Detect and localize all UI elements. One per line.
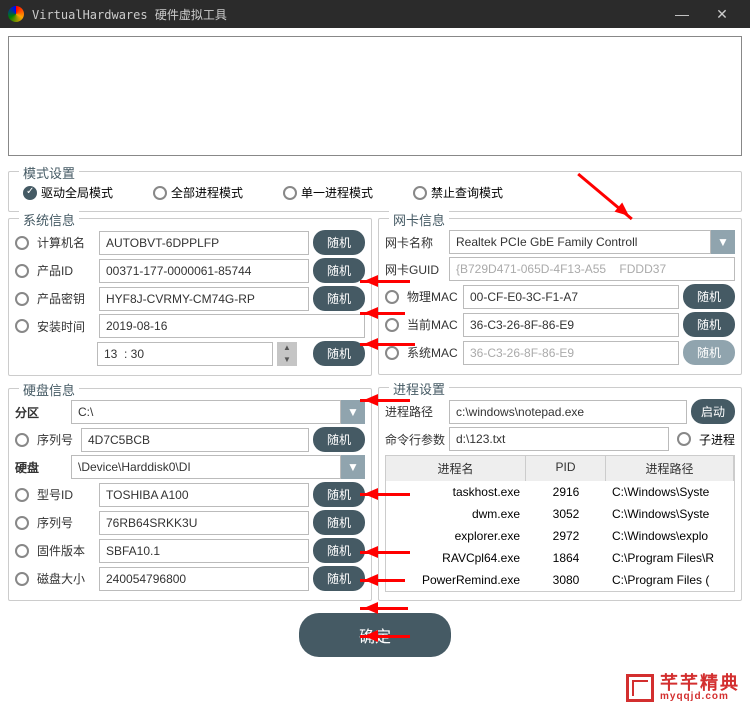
- product-id-input[interactable]: [99, 259, 309, 283]
- nic-info-title: 网卡信息: [389, 210, 449, 229]
- process-group-title: 进程设置: [389, 379, 449, 398]
- mode-deny-query[interactable]: 禁止查询模式: [413, 184, 503, 201]
- watermark-url: myqqjd.com: [660, 692, 740, 702]
- disk-size-label: 磁盘大小: [37, 570, 95, 587]
- spinner-down-icon: ▼: [277, 354, 297, 366]
- product-key-input[interactable]: [99, 287, 309, 311]
- table-row[interactable]: dwm.exe3052C:\Windows\Syste: [386, 503, 734, 525]
- radio-icon[interactable]: [15, 544, 29, 558]
- radio-icon[interactable]: [385, 318, 399, 332]
- sys-mac-input[interactable]: [463, 341, 679, 365]
- nic-info-group: 网卡信息 网卡名称▼ 网卡GUID 物理MAC随机 当前MAC随机 系统MAC随…: [378, 218, 742, 375]
- partition-label: 分区: [15, 404, 67, 421]
- watermark-logo-icon: [626, 674, 654, 702]
- minimize-button[interactable]: —: [662, 6, 702, 22]
- table-row[interactable]: explorer.exe2972C:\Windows\explo: [386, 525, 734, 547]
- install-date-input[interactable]: [99, 314, 365, 338]
- disk-info-title: 硬盘信息: [19, 380, 79, 399]
- radio-icon: [153, 186, 167, 200]
- radio-icon[interactable]: [15, 488, 29, 502]
- nic-guid-label: 网卡GUID: [385, 261, 445, 278]
- child-process-label: 子进程: [699, 431, 735, 448]
- table-row[interactable]: PowerRemind.exe3080C:\Program Files (: [386, 569, 734, 591]
- close-button[interactable]: ✕: [702, 6, 742, 23]
- dropdown-icon[interactable]: ▼: [711, 230, 735, 254]
- radio-icon[interactable]: [15, 236, 29, 250]
- disk-serial-input[interactable]: [99, 511, 309, 535]
- radio-icon: [283, 186, 297, 200]
- product-id-label: 产品ID: [37, 262, 95, 279]
- table-row[interactable]: taskhost.exe2916C:\Windows\Syste: [386, 481, 734, 503]
- curr-mac-input[interactable]: [463, 313, 679, 337]
- model-id-input[interactable]: [99, 483, 309, 507]
- disk-device-label: 硬盘: [15, 459, 67, 476]
- watermark-brand: 芊芊精典: [660, 674, 740, 692]
- system-info-title: 系统信息: [19, 210, 79, 229]
- model-id-label: 型号ID: [37, 486, 95, 503]
- process-table-header: 进程名PID进程路径: [386, 456, 734, 481]
- install-time-label: 安装时间: [37, 318, 95, 335]
- firmware-label: 固件版本: [37, 542, 95, 559]
- partition-serial-random-button[interactable]: 随机: [313, 427, 365, 452]
- partition-select[interactable]: [71, 400, 341, 424]
- radio-icon[interactable]: [385, 346, 399, 360]
- computer-name-random-button[interactable]: 随机: [313, 230, 365, 255]
- system-info-group: 系统信息 计算机名随机 产品ID随机 产品密钥随机 安装时间 ▲▼随机: [8, 218, 372, 376]
- radio-checked-icon: [23, 186, 37, 200]
- phys-mac-random-button[interactable]: 随机: [683, 284, 735, 309]
- radio-icon[interactable]: [15, 264, 29, 278]
- radio-icon[interactable]: [15, 319, 29, 333]
- disk-serial-label: 序列号: [37, 514, 95, 531]
- process-group: 进程设置 进程路径启动 命令行参数子进程 进程名PID进程路径 taskhost…: [378, 387, 742, 601]
- install-time-input[interactable]: [97, 342, 273, 366]
- firmware-input[interactable]: [99, 539, 309, 563]
- table-row[interactable]: RAVCpl64.exe1864C:\Program Files\R: [386, 547, 734, 569]
- computer-name-input[interactable]: [99, 231, 309, 255]
- product-key-label: 产品密钥: [37, 290, 95, 307]
- partition-serial-label: 序列号: [37, 431, 77, 448]
- radio-icon[interactable]: [677, 432, 691, 446]
- curr-mac-random-button[interactable]: 随机: [683, 312, 735, 337]
- app-logo-icon: [8, 6, 24, 22]
- nic-name-label: 网卡名称: [385, 234, 445, 251]
- disk-serial-random-button[interactable]: 随机: [313, 510, 365, 535]
- radio-icon[interactable]: [15, 572, 29, 586]
- time-spinner[interactable]: ▲▼: [277, 342, 297, 366]
- radio-icon[interactable]: [15, 433, 29, 447]
- sys-mac-random-button[interactable]: 随机: [683, 340, 735, 365]
- mode-group: 模式设置 驱动全局模式 全部进程模式 单一进程模式 禁止查询模式: [8, 171, 742, 212]
- process-table[interactable]: 进程名PID进程路径 taskhost.exe2916C:\Windows\Sy…: [385, 455, 735, 592]
- proc-path-label: 进程路径: [385, 403, 445, 420]
- mode-group-title: 模式设置: [19, 163, 79, 182]
- log-textarea[interactable]: [8, 36, 742, 156]
- curr-mac-label: 当前MAC: [407, 316, 459, 333]
- radio-icon: [413, 186, 427, 200]
- disk-select[interactable]: [71, 455, 341, 479]
- proc-args-label: 命令行参数: [385, 431, 445, 448]
- proc-args-input[interactable]: [449, 427, 669, 451]
- nic-name-select[interactable]: [449, 230, 711, 254]
- phys-mac-label: 物理MAC: [407, 288, 459, 305]
- proc-path-input[interactable]: [449, 400, 687, 424]
- launch-button[interactable]: 启动: [691, 399, 735, 424]
- disk-info-group: 硬盘信息 分区▼ 序列号随机 硬盘▼ 型号ID随机 序列号随机 固件版本随机 磁…: [8, 388, 372, 601]
- mode-single-process[interactable]: 单一进程模式: [283, 184, 373, 201]
- sys-mac-label: 系统MAC: [407, 344, 459, 361]
- mode-all-process[interactable]: 全部进程模式: [153, 184, 243, 201]
- dropdown-icon[interactable]: ▼: [341, 455, 365, 479]
- spinner-up-icon: ▲: [277, 342, 297, 354]
- radio-icon[interactable]: [385, 290, 399, 304]
- phys-mac-input[interactable]: [463, 285, 679, 309]
- computer-name-label: 计算机名: [37, 234, 95, 251]
- partition-serial-input[interactable]: [81, 428, 309, 452]
- disk-size-input[interactable]: [99, 567, 309, 591]
- window-title: VirtualHardwares 硬件虚拟工具: [32, 6, 662, 23]
- mode-driver-global[interactable]: 驱动全局模式: [23, 184, 113, 201]
- nic-guid-input[interactable]: [449, 257, 735, 281]
- radio-icon[interactable]: [15, 292, 29, 306]
- titlebar: VirtualHardwares 硬件虚拟工具 — ✕: [0, 0, 750, 28]
- radio-icon[interactable]: [15, 516, 29, 530]
- watermark: 芊芊精典 myqqjd.com: [626, 674, 740, 702]
